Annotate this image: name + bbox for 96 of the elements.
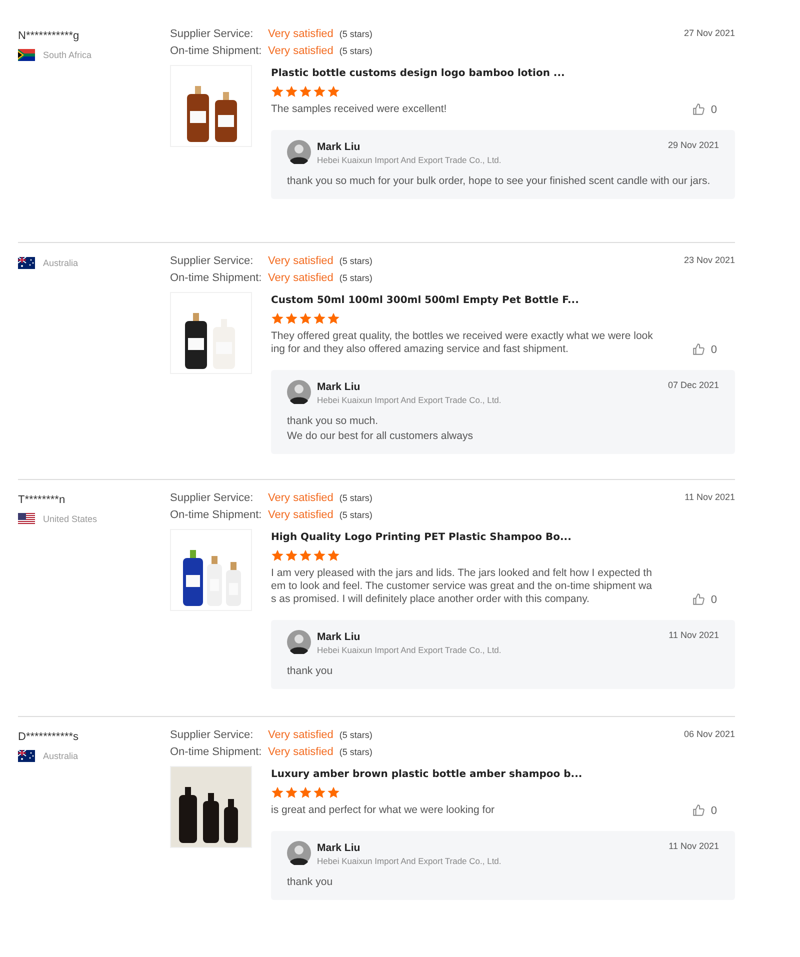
rating-stars-text: (5 stars) [339,46,372,56]
rating-stars-text: (5 stars) [339,747,372,757]
company-name: Hebei Kuaixun Import And Export Trade Co., Ltd. [317,856,502,866]
rating-value: Very satisfied [268,255,334,267]
reply-date: 11 Nov 2021 [668,630,719,640]
thumbs-up-icon [692,103,705,116]
product-title: Plastic bottle customs design logo bamboo lotion ... [271,68,566,79]
country-name: United States [43,514,98,524]
reply-text: thank you so much. [287,415,380,427]
rating-value: Very satisfied [268,272,334,284]
rating-stars-text: (5 stars) [339,256,372,266]
star-icon [299,85,312,98]
rating-stars-text: (5 stars) [339,730,372,740]
reply-text: thank you [287,665,334,677]
replier-name: Mark Liu [317,631,362,643]
reply-date: 29 Nov 2021 [668,140,719,150]
review-date: 06 Nov 2021 [684,729,735,741]
rating-stars-text: (5 stars) [339,510,372,520]
rating-value: Very satisfied [268,729,334,741]
reply-date: 07 Dec 2021 [668,380,719,390]
replier-name: Mark Liu [317,381,362,393]
review-text: They offered great quality, the bottles we received were exactly what we were looking for and they also offered amazing service and fast shipment. [271,330,653,356]
replier-name: Mark Liu [317,842,362,854]
rating-stars-text: (5 stars) [339,273,372,283]
thumbs-up-icon [692,804,705,817]
like-button[interactable]: 0 [692,593,717,606]
rating-label: Supplier Service: [170,255,254,267]
flag-icon [18,257,35,269]
thumbs-up-icon [692,593,705,606]
review-text: The samples received were excellent! [271,103,448,116]
country-name: Australia [43,258,78,268]
flag-icon [18,49,35,61]
star-icon [327,549,340,562]
rating-value: Very satisfied [268,509,334,521]
star-icon [313,312,326,325]
review-date: 11 Nov 2021 [684,492,735,504]
star-icon [285,85,298,98]
avatar-icon [287,630,311,654]
star-icon [313,549,326,562]
rating-label: On-time Shipment: [170,45,263,57]
rating-label: On-time Shipment: [170,272,263,284]
product-title: Custom 50ml 100ml 300ml 500ml Empty Pet Bottle F... [271,295,580,306]
reply-text: thank you so much for your bulk order, hope to see your finished scent candle with our jars. [287,175,712,187]
review-date: 27 Nov 2021 [684,28,735,40]
star-icon [285,312,298,325]
reply-text: thank you [287,876,334,888]
thumbs-up-icon [692,343,705,356]
rating-value: Very satisfied [268,492,334,504]
star-icon [271,85,284,98]
star-icon [271,549,284,562]
product-title: High Quality Logo Printing PET Plastic Shampoo Bo... [271,532,572,543]
company-name: Hebei Kuaixun Import And Export Trade Co., Ltd. [317,395,502,405]
review-text: I am very pleased with the jars and lids. The jars looked and felt how I expected them to look and feel. The customer service was great and the on-time shipment was as promised. I will definitely place another order with this company. [271,567,653,606]
like-button[interactable]: 0 [692,804,717,817]
star-icon [327,85,340,98]
buyer-name: D***********s [18,731,80,743]
flag-icon [18,513,35,525]
rating-label: On-time Shipment: [170,509,263,521]
rating-label: On-time Shipment: [170,746,263,758]
replier-name: Mark Liu [317,141,362,153]
rating-label: Supplier Service: [170,28,254,40]
star-icon [313,786,326,799]
like-button[interactable]: 0 [692,343,717,356]
rating-value: Very satisfied [268,28,334,40]
reply-text: We do our best for all customers always [287,430,474,442]
flag-icon [18,750,35,762]
rating-stars-text: (5 stars) [339,29,372,39]
avatar-icon [287,140,311,164]
star-icon [299,549,312,562]
rating-stars-text: (5 stars) [339,493,372,503]
country-name: South Africa [43,50,92,60]
star-icon [285,786,298,799]
star-icon [271,312,284,325]
company-name: Hebei Kuaixun Import And Export Trade Co., Ltd. [317,645,502,655]
avatar-icon [287,841,311,865]
review-text: is great and perfect for what we were looking for [271,804,496,817]
reply-date: 11 Nov 2021 [668,841,719,851]
buyer-name: T********n [18,494,66,506]
like-button[interactable]: 0 [692,103,717,116]
avatar-icon [287,380,311,404]
company-name: Hebei Kuaixun Import And Export Trade Co., Ltd. [317,155,502,165]
star-icon [327,786,340,799]
product-title: Luxury amber brown plastic bottle amber shampoo b... [271,769,584,780]
star-icon [285,549,298,562]
star-icon [327,312,340,325]
star-icon [299,786,312,799]
star-icon [313,85,326,98]
country-name: Australia [43,751,78,761]
star-icon [299,312,312,325]
star-icon [271,786,284,799]
review-date: 23 Nov 2021 [684,255,735,267]
rating-value: Very satisfied [268,746,334,758]
buyer-name: N***********g [18,30,80,42]
rating-label: Supplier Service: [170,492,254,504]
rating-value: Very satisfied [268,45,334,57]
rating-label: Supplier Service: [170,729,254,741]
